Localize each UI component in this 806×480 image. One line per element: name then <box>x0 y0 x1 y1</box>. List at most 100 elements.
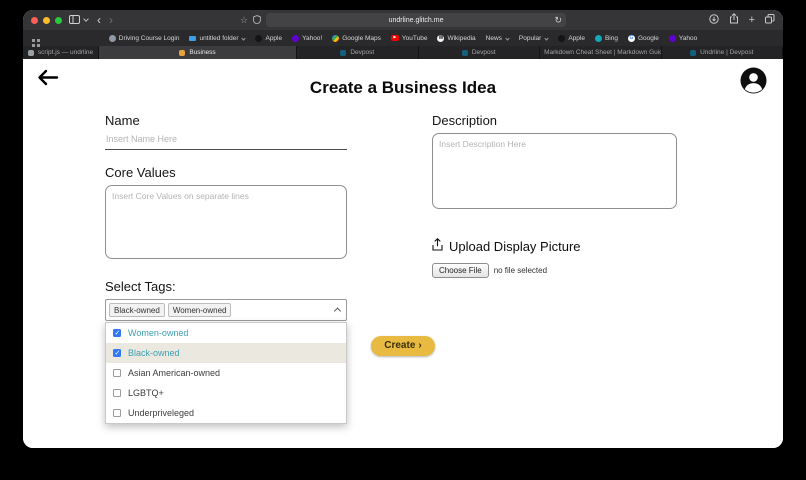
favorite-label: Popular <box>519 35 541 42</box>
privacy-shield-icon[interactable] <box>253 11 261 29</box>
google-maps-icon <box>332 35 339 42</box>
favorite-label: Wikipedia <box>447 35 475 42</box>
downloads-icon[interactable] <box>709 11 719 29</box>
favorite-item[interactable]: Google Maps <box>332 35 381 42</box>
tags-multiselect[interactable]: Black-owned Women-owned Women-owned Blac… <box>105 299 347 321</box>
close-window-button[interactable] <box>31 17 38 24</box>
devpost-icon <box>462 50 468 56</box>
youtube-icon <box>391 35 399 41</box>
favorite-item[interactable]: Wikipedia <box>437 35 475 42</box>
checkbox-icon[interactable] <box>113 389 121 397</box>
yahoo-icon <box>669 35 676 42</box>
favorites-grid-icon[interactable] <box>32 34 40 52</box>
folder-icon <box>189 36 196 41</box>
bookmark-star-icon[interactable]: ☆ <box>240 16 248 25</box>
browser-window: ‹ › ☆ undrline.glitch.me ↻ <box>23 10 783 448</box>
tab-label: Devpost <box>350 49 374 56</box>
sidebar-chevron-icon[interactable] <box>83 16 89 22</box>
favorite-item[interactable]: Bing <box>595 35 618 42</box>
tab-undrline-devpost[interactable]: Undrline | Devpost <box>662 46 784 59</box>
tab-label: script.js — undrline <box>38 49 93 56</box>
core-values-label: Core Values <box>105 165 347 180</box>
create-button[interactable]: Create › <box>371 336 434 356</box>
window-controls <box>31 17 62 24</box>
favorite-item[interactable]: News <box>486 35 509 42</box>
minimize-window-button[interactable] <box>43 17 50 24</box>
tab-overview-icon[interactable] <box>765 11 775 29</box>
favorite-label: Apple <box>568 35 585 42</box>
business-idea-form: Name Core Values Select Tags: Black-owne… <box>105 113 677 321</box>
tag-option-label: LGBTQ+ <box>128 388 164 398</box>
favorite-label: Yahoo <box>679 35 697 42</box>
form-right-column: Description Upload Display Picture Choos… <box>432 113 677 321</box>
selected-tag-chip[interactable]: Women-owned <box>168 303 232 317</box>
favorite-item[interactable]: Driving Course Login <box>109 35 180 42</box>
favorite-label: YouTube <box>402 35 428 42</box>
checkbox-icon[interactable] <box>113 369 121 377</box>
key-icon <box>109 35 116 42</box>
bing-icon <box>595 35 602 42</box>
account-avatar[interactable] <box>740 67 767 94</box>
favorite-label: Google <box>638 35 659 42</box>
checkbox-icon[interactable] <box>113 329 121 337</box>
checkbox-icon[interactable] <box>113 409 121 417</box>
selected-tag-chip[interactable]: Black-owned <box>109 303 165 317</box>
chevron-down-icon <box>545 36 549 40</box>
wikipedia-icon <box>437 35 444 42</box>
upload-icon <box>432 238 443 254</box>
tag-option-black-owned[interactable]: Black-owned <box>106 343 346 363</box>
tag-option-label: Underpriveleged <box>128 408 194 418</box>
forward-nav-icon[interactable]: › <box>107 14 115 26</box>
tab-label: Business <box>189 49 215 56</box>
zoom-window-button[interactable] <box>55 17 62 24</box>
checkbox-icon[interactable] <box>113 349 121 357</box>
favorite-label: Bing <box>605 35 618 42</box>
favorite-item[interactable]: Apple <box>558 35 585 42</box>
address-bar[interactable]: undrline.glitch.me ↻ <box>266 13 566 27</box>
apple-icon <box>558 35 565 42</box>
address-bar-area: ☆ undrline.glitch.me ↻ <box>240 11 566 29</box>
new-tab-icon[interactable]: + <box>749 15 755 26</box>
favorite-item[interactable]: untitled folder <box>189 35 245 42</box>
name-label: Name <box>105 113 347 128</box>
favorite-item[interactable]: Apple <box>255 35 282 42</box>
tag-option-label: Women-owned <box>128 328 188 338</box>
apple-icon <box>255 35 262 42</box>
page-content: Create a Business Idea Name Core Values … <box>23 59 783 448</box>
back-button[interactable] <box>36 69 59 91</box>
tab-label: Undrline | Devpost <box>700 49 753 56</box>
sidebar-toggle-icon[interactable] <box>69 11 80 29</box>
tab-devpost-2[interactable]: Devpost <box>419 46 541 59</box>
core-values-textarea[interactable] <box>105 185 347 259</box>
description-label: Description <box>432 113 677 128</box>
tag-option-lgbtq[interactable]: LGBTQ+ <box>106 383 346 403</box>
tab-business[interactable]: Business <box>99 46 297 59</box>
tab-bar: script.js — undrline Business Devpost De… <box>23 46 783 59</box>
page-title: Create a Business Idea <box>23 59 783 98</box>
tab-devpost-1[interactable]: Devpost <box>297 46 419 59</box>
choose-file-button[interactable]: Choose File <box>432 263 489 278</box>
favorite-item[interactable]: Popular <box>519 35 548 42</box>
description-textarea[interactable] <box>432 133 677 209</box>
favorite-item[interactable]: Yahoo! <box>292 35 322 42</box>
share-icon[interactable] <box>729 11 739 29</box>
tag-option-label: Black-owned <box>128 348 180 358</box>
chevron-down-icon <box>505 36 509 40</box>
favorites-bar: Driving Course Login untitled folder App… <box>23 30 783 46</box>
favorite-label: Apple <box>265 35 282 42</box>
name-input[interactable] <box>105 130 347 150</box>
tag-option-asian-american-owned[interactable]: Asian American-owned <box>106 363 346 383</box>
tag-option-underpriveleged[interactable]: Underpriveleged <box>106 403 346 423</box>
tab-markdown-guide[interactable]: Markdown Cheat Sheet | Markdown Guide <box>540 46 662 59</box>
reload-icon[interactable]: ↻ <box>554 14 562 26</box>
file-input-row: Choose File no file selected <box>432 263 677 278</box>
favorite-label: Google Maps <box>342 35 381 42</box>
back-nav-icon[interactable]: ‹ <box>95 14 103 26</box>
favorite-item[interactable]: YouTube <box>391 35 428 42</box>
yahoo-icon <box>292 35 299 42</box>
favorite-label: untitled folder <box>199 35 238 42</box>
favorite-item[interactable]: Google <box>628 35 659 42</box>
select-tags-label: Select Tags: <box>105 279 347 294</box>
favorite-item[interactable]: Yahoo <box>669 35 697 42</box>
tag-option-women-owned[interactable]: Women-owned <box>106 323 346 343</box>
